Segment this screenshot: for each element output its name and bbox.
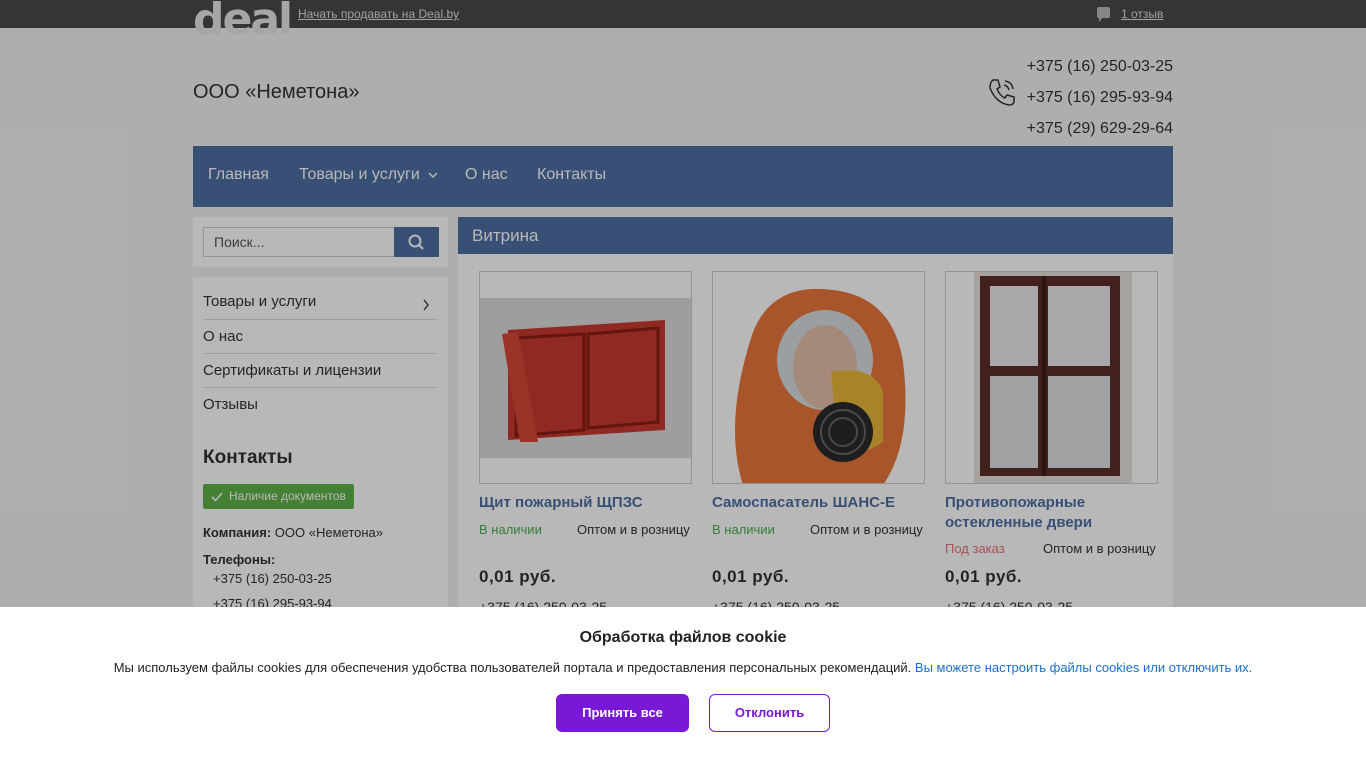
cookie-description: Мы используем файлы cookies для обеспече… — [113, 660, 912, 675]
cookie-banner: Обработка файлов cookie Мы используем фа… — [0, 607, 1366, 768]
accept-all-button[interactable]: Принять все — [556, 694, 689, 732]
cookie-text: Мы используем файлы cookies для обеспече… — [0, 660, 1366, 675]
cookie-title: Обработка файлов cookie — [579, 629, 787, 646]
cookie-settings-link[interactable]: Вы можете настроить файлы cookies или от… — [915, 660, 1252, 675]
decline-button[interactable]: Отклонить — [709, 694, 830, 732]
